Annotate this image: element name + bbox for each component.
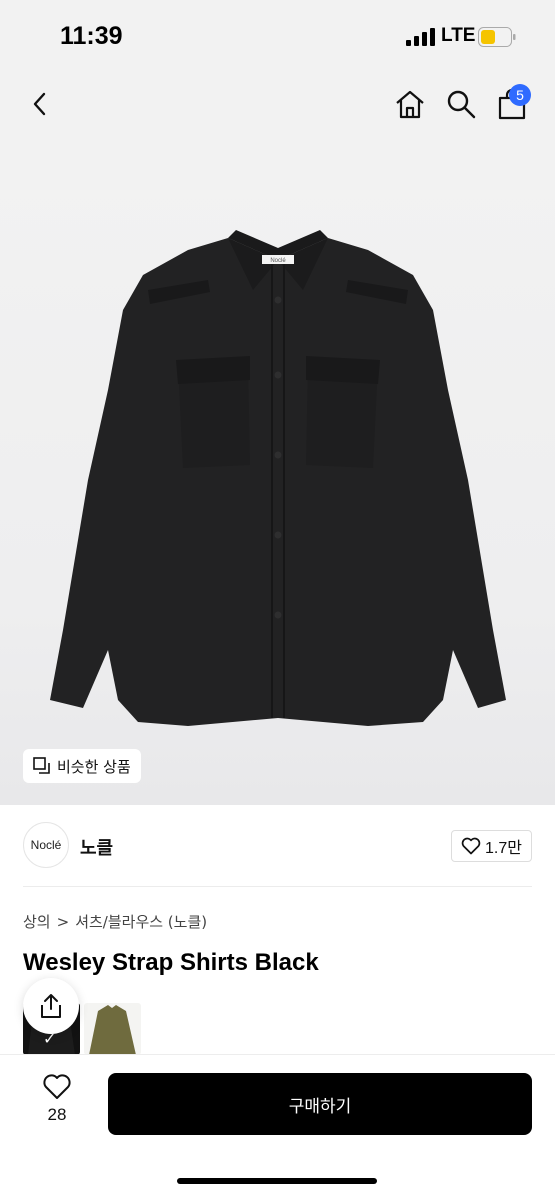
black-shirt-image: Noclé: [50, 230, 506, 726]
breadcrumb-subcategory[interactable]: 셔츠/블라우스 (노클): [75, 911, 207, 932]
battery-icon: [478, 27, 516, 47]
heart-icon: [461, 837, 481, 855]
brand-logo[interactable]: Noclé: [23, 822, 69, 868]
breadcrumb: 상의 > 셔츠/블라우스 (노클): [23, 911, 207, 932]
search-button[interactable]: [443, 86, 479, 122]
like-button[interactable]: 28: [36, 1073, 78, 1131]
brand-row: Noclé 노클 1.7만: [23, 822, 532, 870]
shirt-label-text: Noclé: [270, 258, 286, 264]
search-icon: [447, 90, 476, 119]
share-button[interactable]: [23, 978, 79, 1034]
status-bar: 11:39 LTE: [0, 0, 555, 70]
brand-name[interactable]: 노클: [80, 834, 113, 860]
breadcrumb-category[interactable]: 상의: [23, 911, 51, 932]
olive-shirt-thumbnail: [89, 1005, 136, 1055]
heart-icon: [43, 1074, 71, 1099]
cart-count-badge: 5: [509, 84, 531, 106]
back-button[interactable]: [22, 86, 58, 122]
status-time: 11:39: [60, 22, 123, 50]
home-indicator: [177, 1178, 377, 1184]
similar-products-button[interactable]: 비슷한 상품: [23, 749, 141, 783]
follow-count: 1.7만: [485, 840, 522, 857]
network-label: LTE: [441, 25, 476, 46]
thumbnail-olive[interactable]: [84, 1003, 141, 1055]
buy-button[interactable]: 구매하기: [108, 1073, 532, 1135]
product-image[interactable]: Noclé 비슷한 상품: [0, 140, 555, 805]
breadcrumb-separator: >: [56, 912, 70, 931]
top-nav: [0, 70, 555, 140]
share-icon: [41, 994, 61, 1018]
home-button[interactable]: [392, 86, 428, 122]
similar-products-label: 비슷한 상품: [57, 757, 131, 776]
divider: [23, 886, 532, 887]
product-title: Wesley Strap Shirts Black: [23, 949, 319, 976]
overlap-squares-icon: [33, 757, 50, 774]
like-count: 28: [47, 1105, 67, 1124]
chevron-left-icon: [33, 92, 46, 116]
brand-follow-button[interactable]: 1.7만: [451, 830, 532, 862]
home-icon: [396, 90, 424, 119]
signal-icon: [406, 28, 435, 46]
